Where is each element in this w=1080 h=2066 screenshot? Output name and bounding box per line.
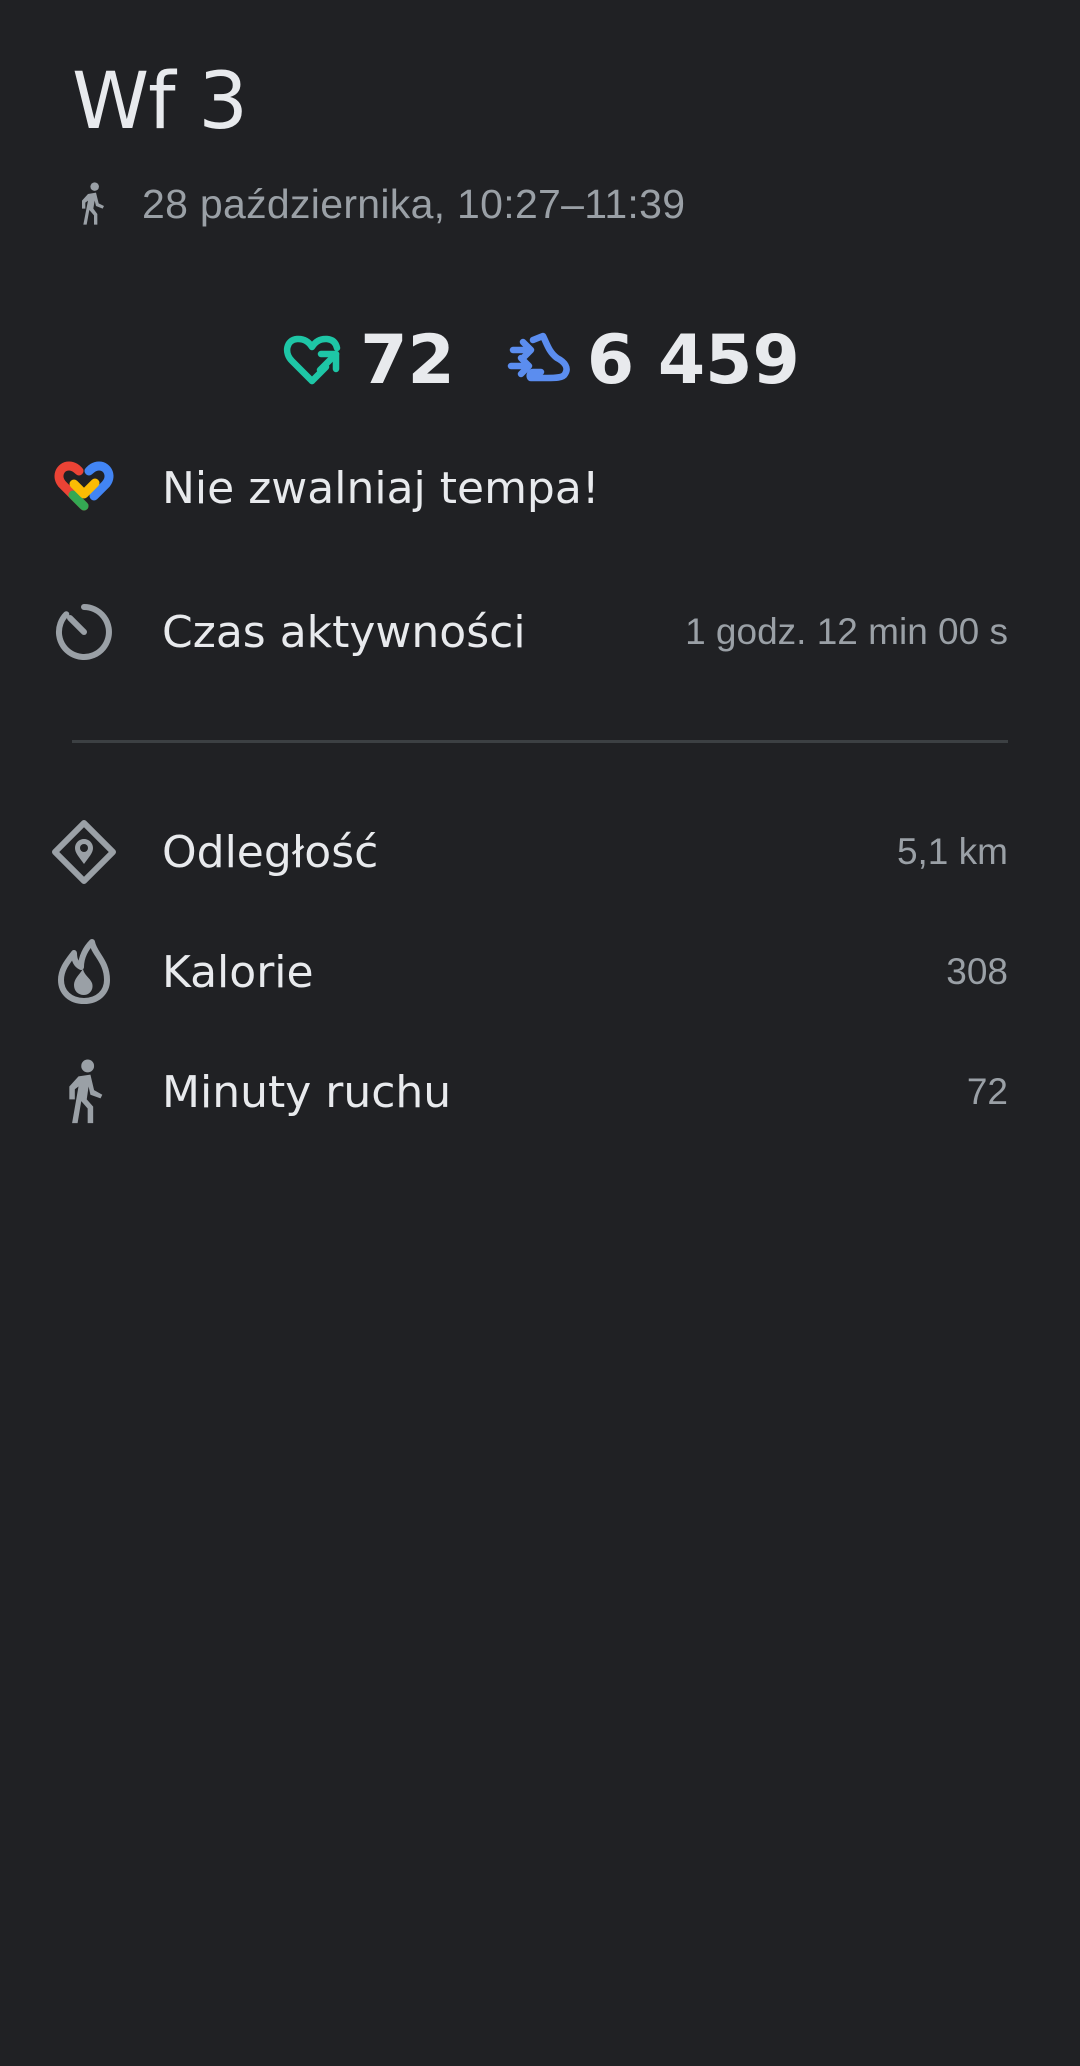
summary-stats: 72 6 459	[0, 318, 1080, 402]
steps-stat[interactable]: 6 459	[507, 321, 800, 400]
active-time-value: 1 godz. 12 min 00 s	[685, 611, 1008, 652]
steps-value: 6 459	[586, 320, 800, 400]
flame-icon	[50, 938, 118, 1006]
metric-label: Minuty ruchu	[162, 1066, 452, 1118]
divider	[72, 740, 1008, 743]
metric-label: Kalorie	[162, 946, 314, 998]
metric-row-move-minutes: Minuty ruchu 72	[0, 1052, 1080, 1132]
heart-points-stat[interactable]: 72	[280, 321, 455, 400]
page-title: Wf 3	[72, 57, 248, 147]
goal-message-row: Nie zwalniaj tempa!	[0, 448, 1080, 528]
heart-points-value: 72	[360, 320, 455, 400]
heart-points-icon	[280, 328, 344, 392]
steps-icon	[507, 328, 571, 392]
metric-value: 5,1 km	[896, 831, 1008, 872]
metric-row-distance: Odległość 5,1 km	[0, 812, 1080, 892]
location-diamond-icon	[50, 818, 118, 886]
walking-icon	[72, 180, 112, 228]
activity-subtitle: 28 października, 10:27–11:39	[72, 176, 685, 232]
date-time-range: 28 października, 10:27–11:39	[142, 180, 686, 227]
metric-value: 308	[946, 951, 1008, 992]
metric-value: 72	[966, 1071, 1008, 1112]
metric-label: Odległość	[162, 826, 379, 878]
walking-icon	[50, 1058, 118, 1126]
metric-row-calories: Kalorie 308	[0, 932, 1080, 1012]
goal-message: Nie zwalniaj tempa!	[162, 462, 600, 514]
timer-icon	[50, 598, 118, 666]
google-fit-logo	[50, 454, 118, 522]
active-time-row: Czas aktywności 1 godz. 12 min 00 s	[0, 592, 1080, 672]
active-time-label: Czas aktywności	[162, 606, 526, 658]
